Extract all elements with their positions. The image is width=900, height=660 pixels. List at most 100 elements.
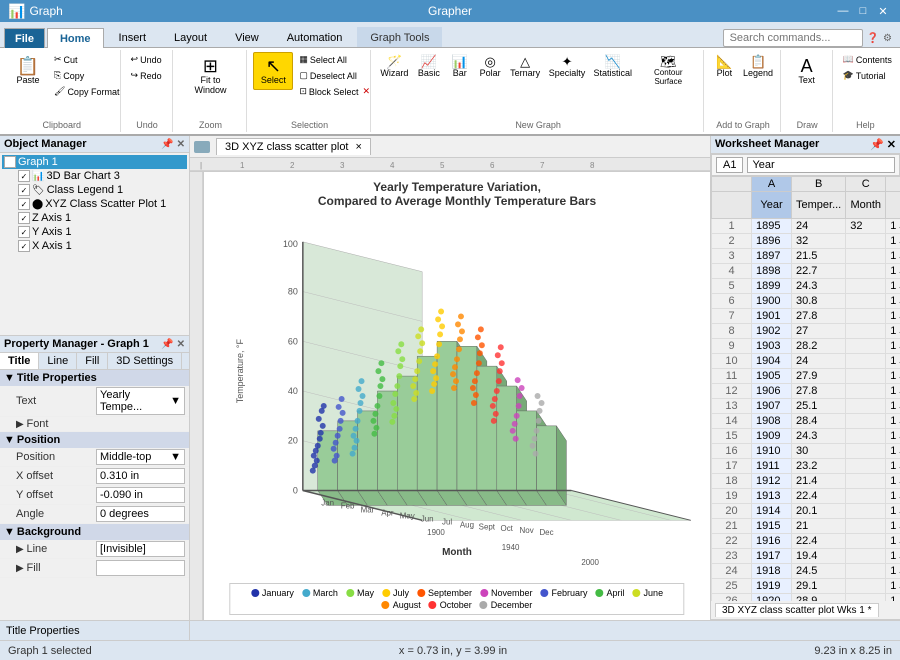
cell-month[interactable] [846, 579, 886, 594]
cell-temp[interactable]: 21.4 [792, 474, 846, 489]
cell-monthn[interactable]: 1 January [886, 309, 900, 324]
cell-monthn[interactable]: 1 January [886, 489, 900, 504]
tab-layout[interactable]: Layout [161, 27, 220, 47]
tab-graph-tools[interactable]: Graph Tools [357, 27, 442, 47]
cell-temp[interactable]: 27.8 [792, 309, 846, 324]
prop-tab-title[interactable]: Title [0, 353, 39, 369]
cell-year[interactable]: 1909 [752, 429, 792, 444]
cell-year[interactable]: 1899 [752, 279, 792, 294]
cell-month[interactable] [846, 279, 886, 294]
cell-temp[interactable]: 25.1 [792, 399, 846, 414]
cell-month[interactable] [846, 564, 886, 579]
cell-year[interactable]: 1910 [752, 444, 792, 459]
cell-monthn[interactable]: 1 January [886, 474, 900, 489]
table-row[interactable]: 5 1899 24.3 1 January [712, 279, 900, 294]
tree-item-3dbar[interactable]: ✓ 📊 3D Bar Chart 3 [2, 169, 187, 183]
wizard-button[interactable]: 🪄 Wizard [377, 52, 412, 81]
cell-year[interactable]: 1908 [752, 414, 792, 429]
cell-temp[interactable]: 22.4 [792, 489, 846, 504]
table-row[interactable]: 16 1910 30 1 January [712, 444, 900, 459]
worksheet-table[interactable]: A B C D Year Temper... Month Month N... [711, 176, 900, 601]
basic-button[interactable]: 📈 Basic [414, 52, 444, 81]
tab-file[interactable]: File [4, 28, 45, 48]
col-header-d[interactable]: D [886, 177, 900, 192]
table-row[interactable]: 22 1916 22.4 1 January [712, 534, 900, 549]
cell-year[interactable]: 1917 [752, 549, 792, 564]
cell-temp[interactable]: 28.2 [792, 339, 846, 354]
tab-home[interactable]: Home [47, 28, 104, 48]
tree-item-scatter[interactable]: ✓ ⬤ XYZ Class Scatter Plot 1 [2, 197, 187, 211]
cell-month[interactable] [846, 489, 886, 504]
tree-check-xaxis[interactable]: ✓ [18, 240, 30, 252]
cell-year[interactable]: 1897 [752, 249, 792, 264]
cell-monthn[interactable]: 1 January [886, 324, 900, 339]
cell-month[interactable] [846, 264, 886, 279]
cell-temp[interactable]: 24 [792, 354, 846, 369]
cell-monthn[interactable]: 1 January [886, 264, 900, 279]
cell-month[interactable] [846, 549, 886, 564]
cell-temp[interactable]: 27 [792, 324, 846, 339]
cell-temp[interactable]: 21 [792, 519, 846, 534]
select-all-button[interactable]: ▦ Select All [295, 52, 374, 67]
cell-monthn[interactable]: 1 January [886, 429, 900, 444]
cell-temp[interactable]: 32 [792, 234, 846, 249]
cell-month[interactable] [846, 504, 886, 519]
prop-tab-fill[interactable]: Fill [77, 353, 108, 369]
cell-temp[interactable]: 22.4 [792, 534, 846, 549]
object-manager-content[interactable]: ✓ Graph 1 ✓ 📊 3D Bar Chart 3 ✓ 🏷 Class L… [0, 153, 189, 335]
bar-button[interactable]: 📊 Bar [446, 52, 474, 81]
tree-check-yaxis[interactable]: ✓ [18, 226, 30, 238]
cell-month[interactable] [846, 234, 886, 249]
object-manager-pin[interactable]: 📌 ✕ [161, 139, 185, 150]
prop-angle-value[interactable]: 0 degrees [96, 506, 185, 522]
cell-monthn[interactable]: 1 January [886, 399, 900, 414]
cell-temp[interactable]: 21.5 [792, 249, 846, 264]
tab-insert[interactable]: Insert [106, 27, 160, 47]
cell-monthn[interactable]: 1 January [886, 504, 900, 519]
legend-button[interactable]: 📋 Legend [740, 52, 775, 81]
table-row[interactable]: 25 1919 29.1 1 January [712, 579, 900, 594]
title-properties-header[interactable]: ▼ Title Properties [0, 370, 189, 386]
cell-monthn[interactable]: 1 January [886, 279, 900, 294]
cell-temp[interactable]: 29.1 [792, 579, 846, 594]
table-row[interactable]: 1 1895 24 32 1 January [712, 219, 900, 234]
contour-surface-button[interactable]: 🗺 Contour Surface [637, 52, 699, 89]
redo-button[interactable]: ↪ Redo [127, 68, 166, 83]
cell-year[interactable]: 1902 [752, 324, 792, 339]
prop-tab-line[interactable]: Line [39, 353, 77, 369]
cell-year[interactable]: 1918 [752, 564, 792, 579]
cell-year[interactable]: 1913 [752, 489, 792, 504]
cell-month[interactable] [846, 354, 886, 369]
cell-year[interactable]: 1919 [752, 579, 792, 594]
cell-temp[interactable]: 28.4 [792, 414, 846, 429]
graph-tab-close[interactable]: × [356, 141, 362, 153]
table-row[interactable]: 2 1896 32 1 January [712, 234, 900, 249]
cell-year[interactable]: 1906 [752, 384, 792, 399]
tree-check-zaxis[interactable]: ✓ [18, 212, 30, 224]
cell-temp[interactable]: 22.7 [792, 264, 846, 279]
table-row[interactable]: 18 1912 21.4 1 January [712, 474, 900, 489]
cell-monthn[interactable]: 1 January [886, 354, 900, 369]
cell-monthn[interactable]: 1 January [886, 459, 900, 474]
undo-button[interactable]: ↩ Undo [127, 52, 166, 67]
cell-year[interactable]: 1895 [752, 219, 792, 234]
worksheet-pin[interactable]: 📌 ✕ [870, 138, 896, 151]
col-header-b[interactable]: B [792, 177, 846, 192]
table-row[interactable]: 4 1898 22.7 1 January [712, 264, 900, 279]
cell-month[interactable]: 32 [846, 219, 886, 234]
cell-monthn[interactable]: 1 January [886, 234, 900, 249]
table-row[interactable]: 7 1901 27.8 1 January [712, 309, 900, 324]
cell-year[interactable]: 1898 [752, 264, 792, 279]
close-btn[interactable]: ✕ [874, 3, 892, 19]
tree-item-legend[interactable]: ✓ 🏷 Class Legend 1 [2, 183, 187, 197]
cell-monthn[interactable]: 1 January [886, 219, 900, 234]
text-button[interactable]: A Text [787, 52, 827, 90]
cell-year[interactable]: 1914 [752, 504, 792, 519]
prop-xoffset-value[interactable]: 0.310 in [96, 468, 185, 484]
fit-window-button[interactable]: ⊞ Fit to Window [179, 52, 243, 100]
table-row[interactable]: 26 1920 28.9 1 January [712, 594, 900, 602]
cell-monthn[interactable]: 1 January [886, 549, 900, 564]
tree-check-legend[interactable]: ✓ [18, 184, 30, 196]
cell-month[interactable] [846, 294, 886, 309]
cell-monthn[interactable]: 1 January [886, 249, 900, 264]
